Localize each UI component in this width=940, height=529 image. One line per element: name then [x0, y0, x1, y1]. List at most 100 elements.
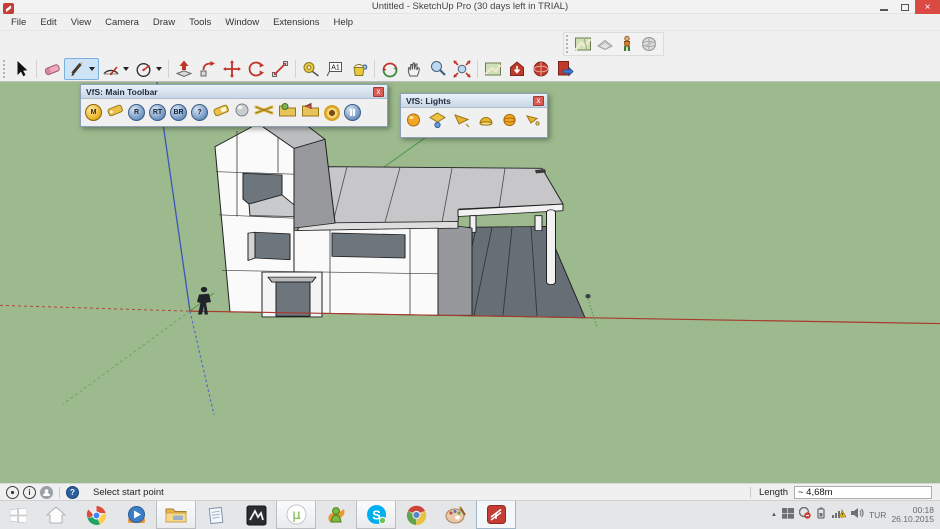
toggle-terrain-icon[interactable]	[594, 33, 616, 55]
tray-security-alert-icon[interactable]	[798, 506, 811, 524]
get-models-tool[interactable]	[505, 58, 529, 80]
taskbar-dark-app[interactable]	[236, 501, 276, 529]
vray-options-button[interactable]	[106, 102, 124, 123]
vfs-lights-palette[interactable]: VfS: Lights x	[400, 93, 548, 138]
sphere-light-button[interactable]	[501, 111, 518, 134]
scale-tool[interactable]	[268, 58, 292, 80]
tray-network-warning-icon[interactable]	[831, 506, 847, 524]
taskbar-chrome[interactable]	[76, 501, 116, 529]
vfs-main-close-button[interactable]: x	[373, 86, 384, 97]
geolocation-icon[interactable]	[6, 485, 19, 499]
toolbar-drag-handle[interactable]	[566, 35, 569, 53]
move-tool[interactable]	[220, 58, 244, 80]
photo-textures-icon[interactable]	[616, 33, 638, 55]
dome-light-button[interactable]	[477, 111, 495, 134]
menu-draw[interactable]: Draw	[146, 14, 182, 31]
credits-info-icon[interactable]: i	[23, 485, 36, 499]
push-pull-tool[interactable]	[172, 58, 196, 80]
paint-bucket-tool[interactable]	[347, 58, 371, 80]
vray-sphere-material-button[interactable]	[234, 102, 250, 123]
line-tool-group	[64, 58, 99, 80]
taskbar-messenger[interactable]	[316, 501, 356, 529]
tape-measure-tool[interactable]	[299, 58, 323, 80]
vray-pause-button[interactable]	[344, 104, 361, 121]
taskbar-skype[interactable]: S	[356, 501, 396, 529]
taskbar-home-app[interactable]	[36, 501, 76, 529]
zoom-extents-tool[interactable]	[450, 58, 474, 80]
line-tool-dropdown-icon[interactable]	[89, 67, 95, 71]
toolbar-drag-handle-2[interactable]	[3, 60, 6, 78]
inference-endpoint-dot	[585, 294, 591, 299]
viewport-scene	[0, 82, 940, 416]
arc-tool[interactable]	[99, 58, 123, 80]
taskbar-media-player[interactable]	[116, 501, 156, 529]
text-tool[interactable]: A1	[323, 58, 347, 80]
sign-in-avatar-icon[interactable]	[40, 485, 53, 499]
preview-google-earth-icon[interactable]	[638, 33, 660, 55]
add-location-icon[interactable]	[572, 33, 594, 55]
zoom-tool[interactable]	[426, 58, 450, 80]
minimize-button[interactable]	[873, 0, 894, 14]
orbit-tool[interactable]	[378, 58, 402, 80]
taskbar-paint[interactable]	[436, 501, 476, 529]
vray-help-button[interactable]: ?	[191, 104, 208, 121]
taskbar-sketchup[interactable]	[476, 501, 516, 529]
rectangle-light-button[interactable]	[428, 111, 447, 134]
line-tool[interactable]	[65, 58, 89, 80]
pan-tool[interactable]	[402, 58, 426, 80]
taskbar-notepad[interactable]	[196, 501, 236, 529]
send-to-layout-tool[interactable]	[553, 58, 577, 80]
vray-render-button[interactable]: R	[128, 104, 145, 121]
vray-render-region-button[interactable]	[324, 104, 340, 121]
sketchup-window: Untitled - SketchUp Pro (30 days left in…	[0, 0, 940, 529]
menu-tools[interactable]: Tools	[182, 14, 218, 31]
vfs-main-toolbar-titlebar[interactable]: VfS: Main Toolbar x	[81, 85, 387, 99]
menu-edit[interactable]: Edit	[33, 14, 63, 31]
close-button[interactable]: ×	[915, 0, 940, 14]
spot-light-button[interactable]	[453, 111, 471, 134]
drawing-viewport[interactable]: VfS: Main Toolbar x M R RT BR ? VfS: Lig…	[0, 82, 940, 483]
circle-tool[interactable]	[132, 58, 156, 80]
vray-frame-buffer-button[interactable]	[212, 102, 230, 123]
select-tool[interactable]	[9, 58, 33, 80]
start-button[interactable]	[0, 501, 36, 529]
tray-action-center-icon[interactable]	[781, 506, 794, 524]
restore-button[interactable]	[894, 0, 915, 14]
taskbar-chrome-legacy[interactable]	[396, 501, 436, 529]
tray-language-indicator[interactable]: TUR	[869, 510, 886, 520]
omni-light-button[interactable]	[405, 111, 422, 134]
vray-export-proxy-button[interactable]	[301, 102, 320, 123]
extension-warehouse-tool[interactable]	[529, 58, 553, 80]
vray-import-proxy-button[interactable]	[278, 102, 297, 123]
tray-volume-icon[interactable]	[850, 506, 864, 524]
add-location-tool[interactable]	[481, 58, 505, 80]
vray-batch-render-button[interactable]: BR	[170, 104, 187, 121]
tray-show-hidden-icon[interactable]: ▲	[771, 512, 777, 518]
menu-camera[interactable]: Camera	[98, 14, 146, 31]
menu-help[interactable]: Help	[327, 14, 361, 31]
measurement-input[interactable]	[794, 485, 932, 499]
status-separator	[59, 486, 60, 498]
vfs-lights-titlebar[interactable]: VfS: Lights x	[401, 94, 547, 108]
taskbar-file-explorer[interactable]	[156, 501, 196, 529]
vray-rt-render-button[interactable]: RT	[149, 104, 166, 121]
menu-file[interactable]: File	[4, 14, 33, 31]
vfs-main-toolbar-palette[interactable]: VfS: Main Toolbar x M R RT BR ?	[80, 84, 388, 127]
rotate-tool[interactable]	[244, 58, 268, 80]
context-help-icon[interactable]: ?	[66, 485, 79, 499]
arc-tool-dropdown-icon[interactable]	[123, 67, 129, 71]
eraser-tool[interactable]	[40, 58, 64, 80]
vfs-lights-close-button[interactable]: x	[533, 95, 544, 106]
circle-tool-dropdown-icon[interactable]	[156, 67, 162, 71]
ies-light-button[interactable]	[524, 111, 542, 134]
menu-extensions[interactable]: Extensions	[266, 14, 326, 31]
menu-window[interactable]: Window	[218, 14, 266, 31]
google-toolbar	[563, 32, 664, 56]
vray-material-editor-button[interactable]: M	[85, 104, 102, 121]
taskbar-utorrent[interactable]: µ	[276, 501, 316, 529]
menu-view[interactable]: View	[64, 14, 98, 31]
tray-power-icon[interactable]	[816, 506, 827, 524]
follow-me-tool[interactable]	[196, 58, 220, 80]
tray-clock[interactable]: 00:18 26.10.2015	[891, 505, 934, 525]
vray-displacement-button[interactable]	[254, 102, 274, 123]
